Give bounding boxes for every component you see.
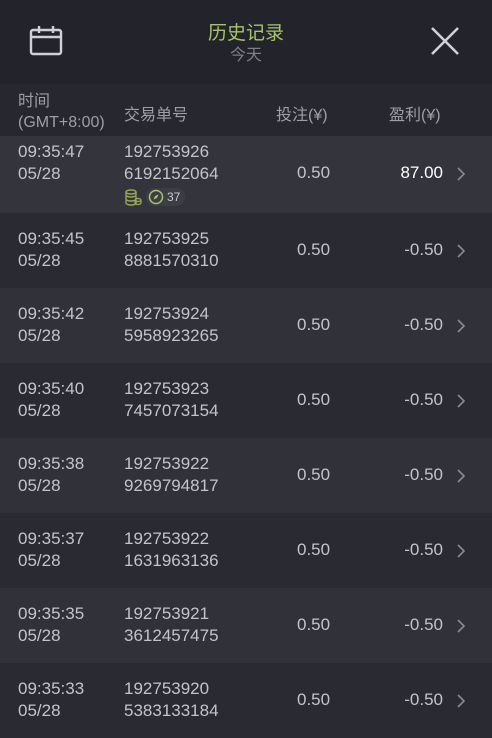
table-row[interactable]: 09:35:38 05/28 192753922 9269794817 0.50… [0, 438, 492, 513]
row-profit: -0.50 [404, 240, 443, 259]
chevron-right-icon [457, 469, 466, 483]
row-bet: 0.50 [297, 390, 331, 409]
row-time: 09:35:35 05/28 [18, 603, 84, 647]
row-order: 192753923 7457073154 [124, 378, 219, 422]
row-order-part2: 6192152064 [124, 164, 219, 183]
row-date-value: 05/28 [18, 164, 61, 183]
row-order-part2: 9269794817 [124, 476, 219, 495]
row-time-value: 09:35:37 [18, 529, 85, 548]
row-date-value: 05/28 [18, 626, 61, 645]
page-title: 历史记录 [207, 23, 284, 44]
row-time-value: 09:35:42 [18, 304, 85, 323]
chevron-right-icon [457, 544, 466, 558]
table-row[interactable]: 09:35:37 05/28 192753922 1631963136 0.50… [0, 513, 492, 588]
row-order-part1: 192753922 [124, 529, 210, 548]
row-order-part1: 192753920 [124, 679, 210, 698]
row-time-value: 09:35:40 [18, 379, 85, 398]
row-date-value: 05/28 [18, 326, 61, 345]
column-timezone-label: (GMT+8:00) [18, 114, 105, 131]
chevron-right-icon [457, 694, 466, 708]
history-list: 09:35:47 05/28 192753926 6192152064 37 0… [0, 136, 492, 738]
column-time-label: 时间 [18, 93, 51, 110]
table-row[interactable]: 09:35:35 05/28 192753921 3612457475 0.50… [0, 588, 492, 663]
row-time: 09:35:47 05/28 [18, 141, 84, 185]
row-date-value: 05/28 [18, 476, 61, 495]
row-date-value: 05/28 [18, 551, 61, 570]
row-bet: 0.50 [297, 615, 331, 634]
chevron-right-icon [457, 167, 466, 181]
chevron-right-icon [457, 394, 466, 408]
row-profit: -0.50 [404, 615, 443, 634]
column-bet: 投注(¥) [276, 107, 328, 124]
row-order: 192753920 5383133184 [124, 678, 219, 722]
row-bet: 0.50 [297, 690, 331, 709]
chevron-right-icon [457, 244, 466, 258]
row-time: 09:35:42 05/28 [18, 303, 84, 347]
row-time: 09:35:45 05/28 [18, 228, 84, 272]
row-time-value: 09:35:45 [18, 229, 85, 248]
column-order: 交易单号 [124, 107, 189, 124]
row-profit: 87.00 [400, 163, 443, 182]
table-row[interactable]: 09:35:33 05/28 192753920 5383133184 0.50… [0, 663, 492, 738]
table-row[interactable]: 09:35:40 05/28 192753923 7457073154 0.50… [0, 363, 492, 438]
row-order-part2: 8881570310 [124, 251, 219, 270]
row-order-part2: 7457073154 [124, 401, 219, 420]
row-badges: 37 [124, 187, 186, 207]
row-profit: -0.50 [404, 540, 443, 559]
row-profit: -0.50 [404, 690, 443, 709]
table-row[interactable]: 09:35:42 05/28 192753924 5958923265 0.50… [0, 288, 492, 363]
compass-icon [148, 189, 164, 205]
row-order: 192753926 6192152064 [124, 141, 219, 185]
coins-icon [125, 189, 142, 206]
row-order: 192753924 5958923265 [124, 303, 219, 347]
row-order-part1: 192753926 [124, 142, 210, 161]
row-order: 192753921 3612457475 [124, 603, 219, 647]
row-order: 192753922 1631963136 [124, 528, 219, 572]
row-order: 192753922 9269794817 [124, 453, 219, 497]
row-order: 192753925 8881570310 [124, 228, 219, 272]
row-date-value: 05/28 [18, 251, 61, 270]
badge-count: 37 [167, 190, 181, 204]
row-time-value: 09:35:35 [18, 604, 85, 623]
row-order-part2: 1631963136 [124, 551, 219, 570]
row-order-part1: 192753921 [124, 604, 210, 623]
row-profit: -0.50 [404, 315, 443, 334]
page-subtitle: 今天 [229, 47, 262, 64]
chevron-right-icon [457, 619, 466, 633]
row-date-value: 05/28 [18, 401, 61, 420]
row-bet: 0.50 [297, 465, 331, 484]
row-profit: -0.50 [404, 390, 443, 409]
column-header: 时间 (GMT+8:00) 交易单号 投注(¥) 盈利(¥) [0, 84, 492, 136]
row-date-value: 05/28 [18, 701, 61, 720]
chevron-right-icon [457, 319, 466, 333]
row-bet: 0.50 [297, 315, 331, 334]
table-row[interactable]: 09:35:45 05/28 192753925 8881570310 0.50… [0, 213, 492, 288]
row-order-part1: 192753922 [124, 454, 210, 473]
title-block: 历史记录 今天 [0, 22, 492, 66]
row-time: 09:35:40 05/28 [18, 378, 84, 422]
row-order-part1: 192753924 [124, 304, 210, 323]
row-profit: -0.50 [404, 465, 443, 484]
row-bet: 0.50 [297, 540, 331, 559]
row-order-part1: 192753925 [124, 229, 210, 248]
row-time-value: 09:35:33 [18, 679, 85, 698]
table-row[interactable]: 09:35:47 05/28 192753926 6192152064 37 0… [0, 136, 492, 213]
row-time: 09:35:37 05/28 [18, 528, 84, 572]
row-time-value: 09:35:47 [18, 142, 85, 161]
close-icon[interactable] [428, 24, 462, 58]
row-time-value: 09:35:38 [18, 454, 85, 473]
row-order-part2: 5383133184 [124, 701, 219, 720]
row-order-part1: 192753923 [124, 379, 210, 398]
column-time: 时间 (GMT+8:00) [18, 91, 105, 133]
row-bet: 0.50 [297, 240, 331, 259]
row-order-part2: 3612457475 [124, 626, 219, 645]
row-time: 09:35:38 05/28 [18, 453, 84, 497]
row-time: 09:35:33 05/28 [18, 678, 84, 722]
free-spin-count-badge: 37 [146, 188, 186, 206]
header: 历史记录 今天 [0, 0, 492, 84]
row-order-part2: 5958923265 [124, 326, 219, 345]
column-profit: 盈利(¥) [389, 107, 441, 124]
row-bet: 0.50 [297, 163, 331, 182]
